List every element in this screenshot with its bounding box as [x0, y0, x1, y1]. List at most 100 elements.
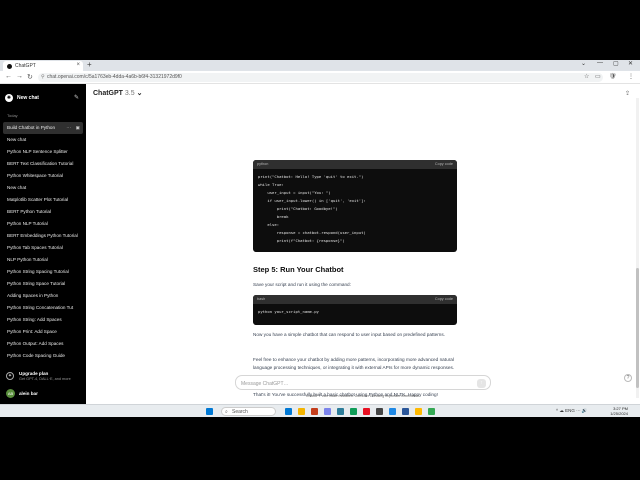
taskbar-app-icon[interactable]: [415, 408, 422, 415]
new-tab-button[interactable]: +: [87, 60, 92, 69]
sidebar-chat-item[interactable]: BERT Python Tutorial: [3, 206, 83, 218]
upgrade-plan-button[interactable]: ✦ Upgrade plan Get GPT-4, DALL·E, and mo…: [6, 370, 82, 384]
chatgpt-logo-icon: ✺: [5, 94, 13, 102]
sidebar-chat-item[interactable]: Python Print: Add Space: [3, 326, 83, 338]
taskbar-app-icon[interactable]: [363, 408, 370, 415]
forward-icon[interactable]: →: [16, 73, 23, 80]
taskbar-app-icon[interactable]: [376, 408, 383, 415]
system-tray[interactable]: ^ ☁ ENG ⋯ 🔊: [556, 408, 587, 414]
sidebar-chat-item[interactable]: New chat: [3, 134, 83, 146]
bookmark-star-icon[interactable]: ☆: [584, 73, 589, 80]
sidebar-chat-item[interactable]: Adding Spaces in Python: [3, 290, 83, 302]
taskbar-app-icon[interactable]: [311, 408, 318, 415]
sidebar-chat-item[interactable]: Python String Space Tutorial: [3, 278, 83, 290]
sidebar-chat-label: Adding Spaces in Python: [7, 293, 59, 298]
sidebar-chat-item[interactable]: Python String Concatenation Tut: [3, 302, 83, 314]
sidebar-chat-item[interactable]: Matplotlib Scatter Plot Tutorial: [3, 194, 83, 206]
taskbar-app-icon[interactable]: [324, 408, 331, 415]
sidebar-chat-label: Python NLP Sentence Splitter: [7, 149, 68, 154]
code-line: while True:: [258, 182, 284, 187]
archive-icon[interactable]: ▣: [76, 122, 80, 134]
model-name: ChatGPT: [93, 90, 123, 97]
sidebar-chat-label: New chat: [7, 185, 27, 190]
user-menu[interactable]: AB alein bar: [6, 387, 82, 399]
sidebar-chat-item[interactable]: NLP Python Tutorial: [3, 254, 83, 266]
code-content: print("Chatbot: Hello! Type 'quit' to ex…: [253, 169, 457, 249]
sidebar-chat-item[interactable]: Python Output: Add Spaces: [3, 338, 83, 350]
sidebar-chat-item[interactable]: Build Chatbot in Python ··· ▣: [3, 122, 83, 134]
browser-menu-icon[interactable]: ⋮: [628, 73, 634, 80]
share-icon[interactable]: ⇪: [625, 90, 630, 97]
sidebar-chat-item[interactable]: Python String: Add Spaces: [3, 314, 83, 326]
code-line: break: [258, 214, 289, 219]
sidebar-chat-item[interactable]: Python Code Spacing Guide: [3, 350, 83, 362]
minimize-button[interactable]: —: [597, 60, 603, 66]
site-info-icon[interactable]: ⚲: [41, 73, 45, 82]
taskbar-app-icon[interactable]: [285, 408, 292, 415]
tab-title: ChatGPT: [15, 63, 36, 69]
address-bar[interactable]: ⚲ chat.openai.com/c/5a1763eb-4dda-4a6b-b…: [38, 73, 603, 82]
scrollbar[interactable]: [636, 98, 639, 398]
history-group-today: Today: [7, 113, 18, 118]
user-name: alein bar: [19, 390, 38, 396]
sparkle-icon: ✦: [6, 372, 14, 380]
tab-search-icon[interactable]: ⌄: [581, 60, 586, 67]
sidebar-chat-label: Python String Concatenation Tut: [7, 305, 74, 310]
taskbar-app-icon[interactable]: [350, 408, 357, 415]
taskbar: ⌕ Search ^ ☁ ENG ⋯ 🔊 3:27 PM 1/25/2024: [0, 404, 640, 417]
sidebar-chat-item[interactable]: BERT Embeddings Python Tutorial: [3, 230, 83, 242]
tab-close-icon[interactable]: ×: [76, 62, 80, 68]
close-window-button[interactable]: ✕: [628, 60, 633, 67]
search-icon: ⌕: [225, 409, 228, 415]
sidebar-chat-label: Python Tab Spaces Tutorial: [7, 245, 63, 250]
code-line: print("Chatbot: Goodbye!"): [258, 206, 338, 211]
model-version: 3.5: [124, 90, 135, 97]
model-selector[interactable]: ChatGPT 3.5 ⌄: [93, 89, 142, 97]
new-chat-button[interactable]: ✺ New chat ✎: [5, 92, 81, 104]
sidebar-chat-item[interactable]: Python NLP Sentence Splitter: [3, 146, 83, 158]
side-panel-icon[interactable]: ▭: [595, 73, 601, 80]
copy-code-button[interactable]: Copy code: [435, 160, 453, 169]
start-menu-icon[interactable]: [206, 408, 213, 415]
clock[interactable]: 3:27 PM 1/25/2024: [610, 406, 628, 416]
code-line: print(f"Chatbot: {response}"): [258, 238, 345, 243]
taskbar-app-icon[interactable]: [389, 408, 396, 415]
message-input[interactable]: [241, 379, 461, 388]
scroll-thumb[interactable]: [636, 268, 639, 388]
chevron-down-icon: ⌄: [136, 90, 143, 97]
sidebar-chat-item[interactable]: Python Whitespace Tutorial: [3, 170, 83, 182]
chat-main: ChatGPT 3.5 ⌄ ⇪ python Copy code print("…: [86, 84, 640, 417]
sidebar-chat-label: Matplotlib Scatter Plot Tutorial: [7, 197, 69, 202]
paragraph-summary: Now you have a simple chatbot that can r…: [253, 332, 446, 337]
new-chat-label: New chat: [17, 95, 39, 101]
maximize-button[interactable]: ▢: [613, 60, 619, 67]
taskbar-app-icon[interactable]: [337, 408, 344, 415]
taskbar-app-icon[interactable]: [428, 408, 435, 415]
taskbar-app-icon[interactable]: [298, 408, 305, 415]
code-language: bash: [257, 297, 266, 301]
reload-icon[interactable]: ↻: [27, 73, 33, 81]
code-line: user_input = input("You: "): [258, 190, 331, 195]
send-button[interactable]: ↑: [477, 379, 486, 388]
extension-icon[interactable]: 🛡: [609, 73, 617, 80]
upgrade-subtitle: Get GPT-4, DALL·E, and more: [19, 377, 71, 381]
sidebar-chat-item[interactable]: BERT Text Classification Tutorial: [3, 158, 83, 170]
taskbar-search[interactable]: ⌕ Search: [221, 407, 276, 416]
copy-code-button[interactable]: Copy code: [435, 295, 453, 304]
chatgpt-favicon-icon: [7, 63, 12, 69]
sidebar-chat-item[interactable]: Python Tab Spaces Tutorial: [3, 242, 83, 254]
sidebar-chat-item[interactable]: New chat: [3, 182, 83, 194]
more-options-icon[interactable]: ···: [66, 122, 71, 134]
sidebar-chat-item[interactable]: Python NLP Tutorial: [3, 218, 83, 230]
sidebar-chat-item[interactable]: Python String Spacing Tutorial: [3, 266, 83, 278]
edit-icon[interactable]: ✎: [74, 94, 79, 101]
tab-chatgpt[interactable]: ChatGPT ×: [3, 61, 83, 71]
sidebar-chat-label: Python String: Add Spaces: [7, 317, 62, 322]
code-block-python: python Copy code print("Chatbot: Hello! …: [253, 160, 457, 252]
back-icon[interactable]: ←: [5, 73, 12, 80]
taskbar-search-label: Search: [232, 409, 248, 415]
help-button[interactable]: ?: [624, 374, 632, 382]
taskbar-app-icon[interactable]: [402, 408, 409, 415]
code-line: print("Chatbot: Hello! Type 'quit' to ex…: [258, 174, 364, 179]
sidebar-chat-label: Python Code Spacing Guide: [7, 353, 65, 358]
